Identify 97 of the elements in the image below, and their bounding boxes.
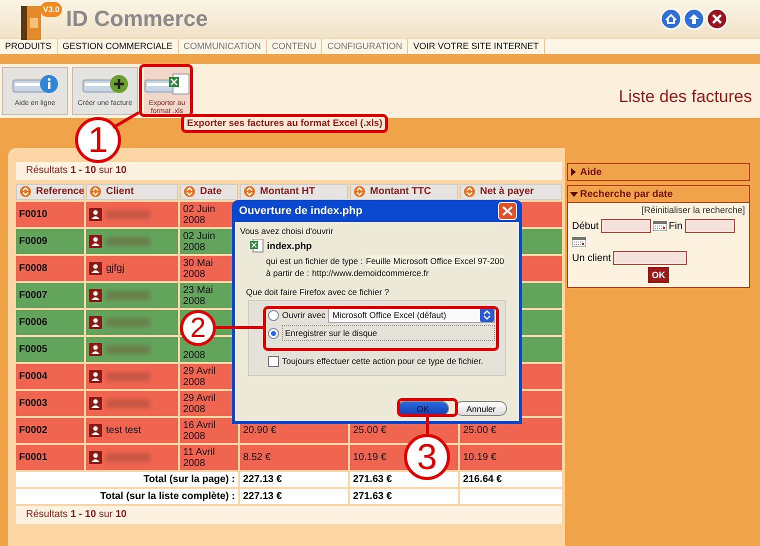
table-cell: 227.13 € — [240, 489, 348, 504]
info-label: à partir de : — [266, 267, 309, 279]
table-cell: 11 Avril 2008 — [180, 445, 238, 470]
table-cell: F0007 — [16, 283, 84, 308]
radio-button[interactable] — [268, 310, 279, 320]
redacted-text — [106, 318, 150, 327]
highlight-frame — [397, 398, 458, 417]
table-cell: F0003 — [16, 391, 84, 416]
sort-icon — [354, 186, 365, 198]
table-cell: 10.19 € — [460, 445, 562, 470]
person-icon — [89, 424, 102, 437]
column-header[interactable]: Reference — [16, 184, 84, 200]
expanded-icon — [570, 190, 578, 198]
ok-button[interactable]: OK — [648, 267, 670, 283]
results-count: Résultats 1 - 10 sur 10 — [16, 162, 562, 180]
close-icon[interactable] — [706, 8, 728, 30]
person-icon — [89, 235, 102, 248]
client-field[interactable] — [612, 251, 687, 265]
column-header[interactable]: Montant TTC — [350, 184, 458, 200]
dialog-text: Vous avez choisi d'ouvrir — [240, 226, 334, 236]
home-icon[interactable] — [660, 8, 682, 30]
field-label: Début — [572, 220, 599, 232]
results-count: Résultats 1 - 10 sur 10 — [16, 506, 562, 524]
column-header[interactable]: Client — [86, 184, 178, 200]
file-name: index.php — [267, 240, 312, 252]
sort-icon — [244, 186, 255, 198]
dialog-title: Ouverture de index.php — [239, 205, 362, 217]
dialog-text: Que doit faire Firefox avec ce fichier ? — [246, 287, 390, 297]
info-value: Feuille Microsoft Office Excel 97-200 — [366, 255, 504, 267]
column-header[interactable]: Date — [180, 184, 238, 200]
table-cell: F0006 — [16, 310, 84, 335]
date-field[interactable] — [684, 219, 735, 233]
sort-icon — [90, 186, 101, 198]
radio-button[interactable] — [268, 328, 279, 338]
column-header[interactable]: Net à payer — [460, 184, 562, 200]
reset-link[interactable]: [Réinitialiser la recherche] — [641, 205, 745, 215]
collapsed-icon — [570, 168, 578, 176]
table-cell: 216.64 € — [460, 472, 562, 487]
info-label: qui est un fichier de type : — [266, 255, 363, 267]
option-label[interactable]: Ouvrir avec — [282, 310, 326, 320]
table-cell: 16 Avril 2008 — [180, 418, 238, 443]
person-icon — [89, 208, 102, 221]
person-icon — [89, 343, 102, 356]
add-icon — [81, 72, 129, 96]
option-label[interactable]: Enregistrer sur le disque — [282, 325, 495, 341]
dialog-button[interactable]: Annuler — [455, 401, 507, 416]
date-field[interactable] — [600, 219, 651, 233]
table-cell: 8.52 € — [240, 445, 348, 470]
table-cell: 227.13 € — [240, 472, 348, 487]
table-cell: F0002 — [16, 418, 84, 443]
person-icon — [89, 289, 102, 302]
version-badge: V3.0 — [40, 2, 62, 17]
calendar-icon[interactable] — [652, 221, 667, 231]
table-cell: F0008 — [16, 256, 84, 281]
tooltip: Exporter ses factures au format Excel (.xls) — [181, 114, 388, 133]
page-title: Liste des factures — [618, 87, 752, 107]
sort-icon — [20, 186, 31, 198]
table-cell: F0009 — [16, 229, 84, 254]
info-icon — [11, 72, 59, 96]
redacted-text — [106, 453, 150, 462]
table-cell: F0004 — [16, 364, 84, 389]
checkbox-label[interactable]: Toujours effectuer cette action pour ce type de fichier. — [282, 356, 484, 366]
info-value: http://www.demoidcommerce.fr — [312, 267, 429, 279]
client-name: gjfgj — [106, 263, 124, 274]
sort-icon — [464, 186, 475, 198]
field-label: Fin — [668, 220, 683, 232]
field-label: Un client — [572, 252, 611, 264]
leader-line — [426, 416, 429, 435]
redacted-text — [106, 399, 150, 408]
person-icon — [89, 451, 102, 464]
calendar-icon[interactable] — [572, 237, 586, 247]
sort-icon — [184, 186, 195, 198]
column-header[interactable]: Montant HT — [240, 184, 348, 200]
close-icon[interactable] — [498, 202, 517, 220]
person-icon — [89, 397, 102, 410]
redacted-text — [106, 210, 150, 219]
redacted-text — [106, 237, 150, 246]
checkbox[interactable] — [268, 356, 279, 366]
person-icon — [89, 316, 102, 329]
redacted-text — [106, 372, 150, 381]
spreadsheet-icon — [250, 239, 264, 253]
stepper-icon — [480, 308, 494, 322]
table-cell: F0005 — [16, 337, 84, 362]
leader-line — [216, 326, 264, 329]
table-cell: F0010 — [16, 202, 84, 227]
table-cell: F0001 — [16, 445, 84, 470]
app-title: ID Commerce — [66, 6, 208, 32]
highlight-frame — [139, 64, 193, 117]
spreadsheet-icon — [143, 72, 191, 96]
total-label: Total (sur la liste complète) : — [16, 489, 238, 504]
redacted-text — [106, 291, 150, 300]
client-name: test test — [106, 425, 142, 436]
total-label: Total (sur la page) : — [16, 472, 238, 487]
table-cell: 271.63 € — [350, 489, 458, 504]
redacted-text — [106, 345, 150, 354]
person-icon — [89, 370, 102, 383]
person-icon — [89, 262, 102, 275]
